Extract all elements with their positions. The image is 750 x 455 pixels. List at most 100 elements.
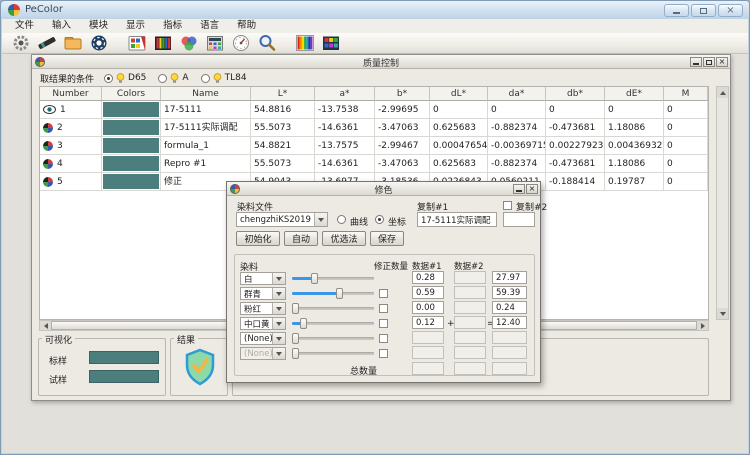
data2-input[interactable]: [454, 301, 486, 314]
menu-index[interactable]: 指标: [154, 19, 191, 33]
result-input[interactable]: [492, 316, 527, 329]
fix-checkbox[interactable]: [379, 304, 388, 313]
color-grid-icon[interactable]: [318, 34, 344, 53]
menu-language[interactable]: 语言: [191, 19, 228, 33]
dye-dropdown[interactable]: 粉红: [240, 302, 286, 315]
wheel-icon[interactable]: [86, 34, 112, 53]
scroll-down-button[interactable]: [717, 308, 728, 319]
app-titlebar[interactable]: PeColor ×: [1, 1, 750, 19]
data1-input[interactable]: [412, 301, 444, 314]
radio-icon[interactable]: [201, 74, 210, 83]
qc-restore-button[interactable]: [703, 57, 715, 67]
menu-input[interactable]: 输入: [43, 19, 80, 33]
radio-icon[interactable]: [158, 74, 167, 83]
dialog-titlebar[interactable]: 修色 ×: [227, 182, 540, 196]
data2-input[interactable]: [454, 286, 486, 299]
fix-checkbox[interactable]: [379, 319, 388, 328]
col-L[interactable]: L*: [251, 87, 315, 101]
folder-icon[interactable]: [60, 34, 86, 53]
minimize-button[interactable]: [664, 4, 689, 17]
scroll-right-button[interactable]: [697, 321, 708, 330]
data2-input[interactable]: [454, 271, 486, 284]
menu-module[interactable]: 模块: [80, 19, 117, 33]
vertical-scrollbar[interactable]: [716, 86, 729, 320]
table-row[interactable]: 3 formula_1 54.8821 -13.7575 -2.99467 0.…: [40, 137, 708, 155]
dye-slider[interactable]: [292, 317, 374, 330]
result-input[interactable]: [492, 286, 527, 299]
col-number[interactable]: Number: [40, 87, 102, 101]
dye-dropdown[interactable]: 白: [240, 272, 286, 285]
dropdown-button[interactable]: [272, 333, 285, 344]
dye-dropdown[interactable]: (None): [240, 332, 286, 345]
dye-file-dropdown[interactable]: chengzhiKS2019: [236, 212, 328, 227]
menu-help[interactable]: 帮助: [228, 19, 265, 33]
menu-display[interactable]: 显示: [117, 19, 154, 33]
gauge-icon[interactable]: [228, 34, 254, 53]
table-row[interactable]: 1 17-5111 54.8816 -13.7538 -2.99695 0 0 …: [40, 101, 708, 119]
dye-slider[interactable]: [292, 287, 374, 300]
result-input[interactable]: [492, 301, 527, 314]
data2-input[interactable]: [454, 331, 486, 344]
color-mix-icon[interactable]: [176, 34, 202, 53]
mode-coordinate-label[interactable]: 坐标: [388, 215, 406, 228]
data1-input[interactable]: [412, 331, 444, 344]
illuminant-option-tl84[interactable]: TL84: [201, 73, 247, 84]
col-M[interactable]: M: [664, 87, 708, 101]
close-button[interactable]: ×: [718, 4, 743, 17]
save-button[interactable]: 保存: [370, 231, 404, 246]
mode-curve-label[interactable]: 曲线: [350, 215, 368, 228]
radio-icon[interactable]: [104, 74, 113, 83]
table-row[interactable]: 2 17-5111实际调配 55.5073 -14.6361 -3.47063 …: [40, 119, 708, 137]
col-colors[interactable]: Colors: [102, 87, 161, 101]
qc-minimize-button[interactable]: [690, 57, 702, 67]
dropdown-button[interactable]: [314, 213, 327, 226]
col-name[interactable]: Name: [161, 87, 251, 101]
dialog-minimize-button[interactable]: [513, 184, 525, 194]
initialize-button[interactable]: 初始化: [236, 231, 280, 246]
dye-dropdown[interactable]: 群青: [240, 287, 286, 300]
table-row[interactable]: 4 Repro #1 55.5073 -14.6361 -3.47063 0.6…: [40, 155, 708, 173]
col-a[interactable]: a*: [315, 87, 375, 101]
mode-coordinate-radio[interactable]: [375, 215, 384, 224]
col-dL[interactable]: dL*: [430, 87, 488, 101]
menu-file[interactable]: 文件: [6, 19, 43, 33]
copy2-checkbox[interactable]: [503, 201, 512, 210]
scroll-up-button[interactable]: [717, 87, 728, 98]
dropdown-button[interactable]: [272, 288, 285, 299]
measure-pen-icon[interactable]: [34, 34, 60, 53]
illuminant-option-d65[interactable]: D65: [104, 73, 146, 84]
dye-slider[interactable]: [292, 302, 374, 315]
dropdown-button[interactable]: [272, 303, 285, 314]
palette-book-icon[interactable]: [124, 34, 150, 53]
data2-input[interactable]: [454, 316, 486, 329]
fix-checkbox[interactable]: [379, 289, 388, 298]
qc-close-button[interactable]: ×: [716, 57, 728, 67]
qc-titlebar[interactable]: 质量控制 ×: [32, 55, 730, 69]
dye-dropdown[interactable]: 中口黄: [240, 317, 286, 330]
scroll-left-button[interactable]: [40, 321, 51, 330]
col-dE[interactable]: dE*: [605, 87, 664, 101]
abacus-icon[interactable]: [150, 34, 176, 53]
optimize-button[interactable]: 优选法: [322, 231, 366, 246]
rainbow-icon[interactable]: [292, 34, 318, 53]
dropdown-button[interactable]: [272, 273, 285, 284]
illuminant-option-a[interactable]: A: [158, 73, 188, 84]
slider-thumb[interactable]: [292, 333, 299, 344]
copy2-input[interactable]: [503, 212, 535, 227]
dropdown-button[interactable]: [272, 318, 285, 329]
slider-thumb[interactable]: [336, 288, 343, 299]
result-input[interactable]: [492, 271, 527, 284]
mode-curve-radio[interactable]: [337, 215, 346, 224]
dye-slider[interactable]: [292, 272, 374, 285]
dye-slider[interactable]: [292, 332, 374, 345]
slider-thumb[interactable]: [292, 303, 299, 314]
result-input[interactable]: [492, 331, 527, 344]
data1-input[interactable]: [412, 286, 444, 299]
dialog-close-button[interactable]: ×: [526, 184, 538, 194]
slider-thumb[interactable]: [311, 273, 318, 284]
calculator-icon[interactable]: [202, 34, 228, 53]
data1-input[interactable]: [412, 316, 444, 329]
fix-checkbox[interactable]: [379, 334, 388, 343]
col-db[interactable]: db*: [546, 87, 605, 101]
maximize-button[interactable]: [691, 4, 716, 17]
